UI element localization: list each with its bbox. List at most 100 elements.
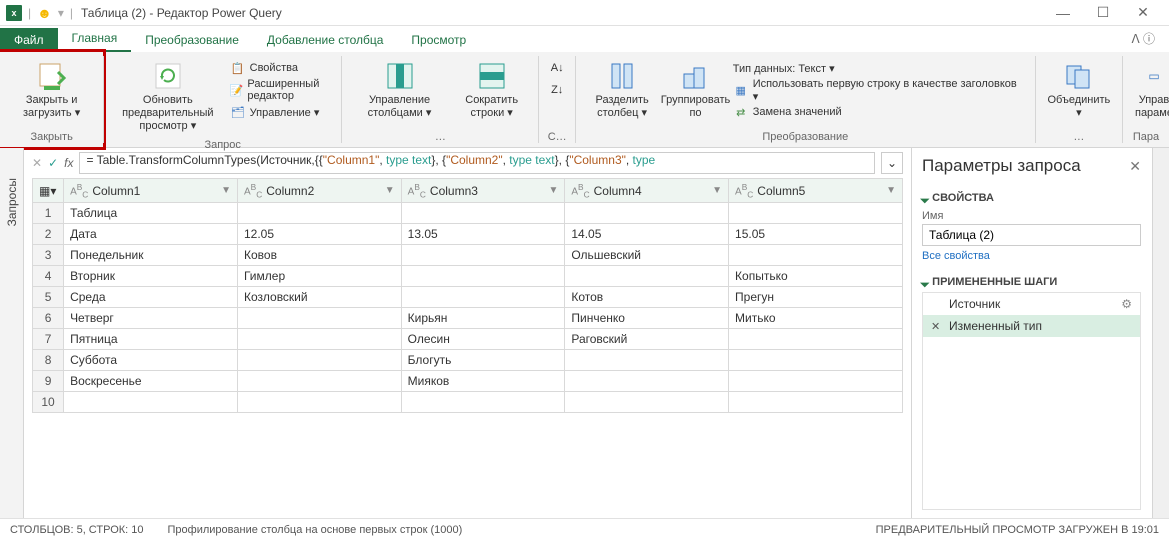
all-properties-link[interactable]: Все свойства [922, 250, 1141, 262]
row-number[interactable]: 2 [33, 224, 64, 245]
replace-values-button[interactable]: ⇄Замена значений [733, 102, 1025, 122]
split-column-button[interactable]: Разделить столбец ▾ [582, 56, 662, 124]
cell[interactable]: Ольшевский [565, 245, 729, 266]
row-number[interactable]: 4 [33, 266, 64, 287]
datatype-icon[interactable]: ABC [408, 182, 426, 199]
tab-home[interactable]: Главная [58, 26, 132, 52]
table-row[interactable]: 4ВторникГимлерКопытько [33, 266, 903, 287]
advanced-editor-button[interactable]: 📝Расширенный редактор [230, 80, 332, 100]
cell[interactable]: Олесин [401, 329, 565, 350]
cell[interactable] [401, 266, 565, 287]
row-number[interactable]: 5 [33, 287, 64, 308]
combine-button[interactable]: Объединить ▾ [1041, 56, 1116, 124]
cell[interactable] [565, 392, 729, 413]
cell[interactable] [401, 203, 565, 224]
cell[interactable] [401, 245, 565, 266]
cell[interactable]: Прегун [729, 287, 903, 308]
cell[interactable]: Пятница [64, 329, 238, 350]
cell[interactable]: 12.05 [237, 224, 401, 245]
column-header-4[interactable]: ABCColumn4▼ [565, 179, 729, 203]
cell[interactable] [401, 287, 565, 308]
grid-corner[interactable]: ▦▾ [33, 179, 64, 203]
properties-button[interactable]: 📋Свойства [230, 58, 332, 78]
query-name-input[interactable] [922, 224, 1141, 246]
cell[interactable]: Пинченко [565, 308, 729, 329]
cell[interactable]: Суббота [64, 350, 238, 371]
cell[interactable] [565, 371, 729, 392]
cell[interactable] [729, 392, 903, 413]
table-row[interactable]: 9Воскресенье Мияков [33, 371, 903, 392]
row-number[interactable]: 8 [33, 350, 64, 371]
column-header-5[interactable]: ABCColumn5▼ [729, 179, 903, 203]
close-load-button[interactable]: Закрыть и загрузить ▾ [6, 56, 97, 124]
cell[interactable]: Кирьян [401, 308, 565, 329]
cell[interactable]: Дата [64, 224, 238, 245]
column-header-2[interactable]: ABCColumn2▼ [237, 179, 401, 203]
help-icon[interactable]: ᐱ ⓘ [1117, 25, 1169, 52]
data-grid[interactable]: ▦▾ABCColumn1▼ABCColumn2▼ABCColumn3▼ABCCo… [32, 178, 903, 413]
cell[interactable] [401, 392, 565, 413]
tab-addcolumn[interactable]: Добавление столбца [253, 28, 398, 52]
filter-dropdown[interactable]: ▼ [712, 185, 722, 196]
groupby-button[interactable]: Группировать по [662, 56, 728, 124]
cell[interactable] [565, 266, 729, 287]
table-row[interactable]: 10 [33, 392, 903, 413]
cell[interactable]: Мияков [401, 371, 565, 392]
queries-pane-toggle[interactable]: Запросы [0, 148, 24, 518]
cell[interactable] [237, 329, 401, 350]
column-header-3[interactable]: ABCColumn3▼ [401, 179, 565, 203]
formula-input[interactable]: = Table.TransformColumnTypes(Источник,{{… [79, 152, 875, 174]
table-row[interactable]: 7Пятница ОлесинРаговский [33, 329, 903, 350]
row-number[interactable]: 6 [33, 308, 64, 329]
props-section[interactable]: СВОЙСТВА [922, 192, 1141, 204]
cell[interactable]: Блогуть [401, 350, 565, 371]
gear-icon[interactable]: ⚙ [1121, 297, 1132, 311]
datatype-icon[interactable]: ABC [571, 182, 589, 199]
datatype-icon[interactable]: ABC [70, 182, 88, 199]
manage-button[interactable]: 🗂Управление ▾ [230, 102, 332, 122]
cell[interactable]: Воскресенье [64, 371, 238, 392]
cell[interactable] [237, 371, 401, 392]
cell[interactable]: 14.05 [565, 224, 729, 245]
filter-dropdown[interactable]: ▼ [385, 185, 395, 196]
cell[interactable]: Котов [565, 287, 729, 308]
manage-cols-button[interactable]: Управление столбцами ▾ [348, 56, 451, 124]
table-row[interactable]: 1Таблица [33, 203, 903, 224]
cell[interactable] [237, 392, 401, 413]
row-number[interactable]: 1 [33, 203, 64, 224]
row-number[interactable]: 9 [33, 371, 64, 392]
maximize-button[interactable]: ☐ [1083, 0, 1123, 26]
datatype-icon[interactable]: ABC [735, 182, 753, 199]
cell[interactable]: Раговский [565, 329, 729, 350]
panel-close[interactable]: ✕ [1129, 158, 1141, 175]
table-row[interactable]: 2Дата12.0513.0514.0515.05 [33, 224, 903, 245]
fx-icon[interactable]: fx [64, 156, 73, 170]
cell[interactable]: Вторник [64, 266, 238, 287]
tab-file[interactable]: Файл [0, 28, 58, 52]
tab-transform[interactable]: Преобразование [131, 28, 253, 52]
row-number[interactable]: 10 [33, 392, 64, 413]
cell[interactable]: 13.05 [401, 224, 565, 245]
cell[interactable] [237, 350, 401, 371]
cell[interactable]: Козловский [237, 287, 401, 308]
cell[interactable] [237, 308, 401, 329]
sort-desc-button[interactable]: Z↓ [549, 80, 565, 100]
cell[interactable] [565, 350, 729, 371]
cell[interactable]: Четверг [64, 308, 238, 329]
filter-dropdown[interactable]: ▼ [548, 185, 558, 196]
table-row[interactable]: 6ЧетвергКирьянПинченкоМитько [33, 308, 903, 329]
step-changed-type[interactable]: ✕Измененный тип [923, 315, 1140, 337]
minimize-button[interactable]: — [1043, 0, 1083, 26]
step-source[interactable]: Источник⚙ [923, 293, 1140, 315]
cell[interactable]: Копытько [729, 266, 903, 287]
filter-dropdown[interactable]: ▼ [886, 185, 896, 196]
vertical-scrollbar[interactable] [1152, 148, 1169, 518]
datatype-button[interactable]: Тип данных: Текст ▾ [733, 58, 1025, 78]
refresh-preview-button[interactable]: Обновить предварительный просмотр ▾ [110, 56, 226, 137]
cell[interactable] [729, 245, 903, 266]
table-row[interactable]: 3ПонедельникКововОльшевский [33, 245, 903, 266]
cell[interactable] [729, 371, 903, 392]
reduce-rows-button[interactable]: Сократить строки ▾ [451, 56, 533, 124]
filter-dropdown[interactable]: ▼ [221, 185, 231, 196]
row-number[interactable]: 7 [33, 329, 64, 350]
